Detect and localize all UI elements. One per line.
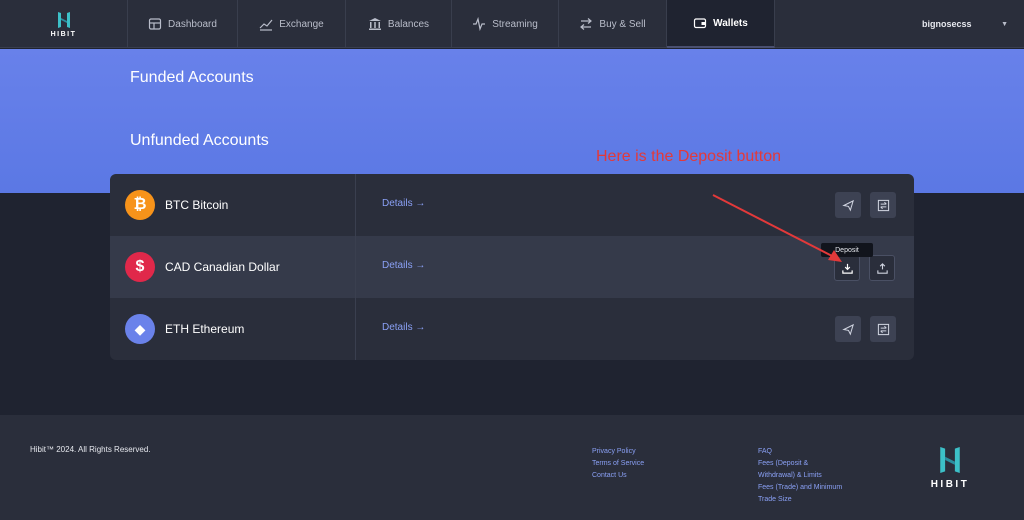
nav-wallets[interactable]: Wallets [667, 0, 775, 48]
nav-label: Exchange [279, 18, 324, 30]
nav-label: Wallets [713, 17, 748, 29]
send-icon [841, 199, 854, 212]
swap-arrows-icon [580, 18, 593, 30]
hero-banner: Funded Accounts Unfunded Accounts [0, 49, 1024, 193]
funded-accounts-heading: Funded Accounts [130, 69, 254, 86]
transfer-icon [877, 199, 889, 211]
wallet-icon [694, 18, 707, 29]
pulse-icon [473, 17, 486, 31]
bank-icon [368, 18, 381, 30]
transfer-button[interactable] [870, 316, 896, 342]
footer-links-legal: Privacy Policy Terms of Service Contact … [592, 446, 644, 482]
footer: Hibit™ 2024. All Rights Reserved. Privac… [0, 415, 1024, 520]
annotation-text: Here is the Deposit button [596, 148, 781, 165]
details-link[interactable]: Details → [382, 198, 425, 209]
nav-streaming[interactable]: Streaming [452, 0, 559, 48]
nav-dashboard[interactable]: Dashboard [128, 0, 238, 48]
nav-buy-sell[interactable]: Buy & Sell [559, 0, 667, 48]
asset-cell: ₿ BTC Bitcoin [110, 174, 356, 236]
nav-label: Dashboard [168, 18, 217, 30]
deposit-tooltip: Deposit [821, 243, 873, 257]
footer-link[interactable]: Withdrawal) & Limits [758, 470, 842, 482]
upload-icon [876, 262, 888, 274]
asset-name: ETH Ethereum [165, 322, 245, 336]
asset-name: BTC Bitcoin [165, 198, 229, 212]
chevron-down-icon: ▼ [1001, 20, 1008, 28]
nav-balances[interactable]: Balances [346, 0, 452, 48]
ethereum-icon: ◆ [125, 314, 155, 344]
nav-label: Buy & Sell [599, 18, 646, 30]
transfer-button[interactable] [870, 192, 896, 218]
account-row-eth: ◆ ETH Ethereum Details → [110, 298, 914, 360]
asset-name: CAD Canadian Dollar [165, 260, 280, 274]
footer-link[interactable]: Fees (Trade) and Minimum [758, 482, 842, 494]
send-icon [841, 323, 854, 336]
nav-label: Balances [387, 18, 430, 30]
copyright: Hibit™ 2024. All Rights Reserved. [30, 445, 151, 454]
deposit-button[interactable] [834, 255, 860, 281]
send-button[interactable] [835, 192, 861, 218]
nav-label: Streaming [492, 18, 538, 30]
asset-cell: $ CAD Canadian Dollar [110, 236, 356, 298]
username: bignosecss [922, 19, 972, 29]
withdraw-button[interactable] [869, 255, 895, 281]
hibit-logo-icon [940, 447, 960, 473]
footer-brand-name: HIBIT [930, 479, 970, 490]
user-menu[interactable]: bignosecss ▼ [904, 0, 1024, 48]
brand-logo[interactable]: HIBIT [0, 0, 128, 48]
footer-link[interactable]: Terms of Service [592, 458, 644, 470]
details-link[interactable]: Details → [382, 260, 425, 271]
footer-link[interactable]: FAQ [758, 446, 842, 458]
chart-line-icon [259, 19, 273, 31]
account-row-btc: ₿ BTC Bitcoin Details → [110, 174, 914, 236]
hibit-logo-icon [57, 11, 70, 28]
download-icon [841, 263, 853, 274]
unfunded-accounts-heading: Unfunded Accounts [130, 132, 269, 149]
nav-exchange[interactable]: Exchange [238, 0, 346, 48]
footer-link[interactable]: Fees (Deposit & [758, 458, 842, 470]
dollar-icon: $ [125, 252, 155, 282]
footer-logo: HIBIT [924, 445, 976, 490]
footer-links-help: FAQ Fees (Deposit & Withdrawal) & Limits… [758, 446, 842, 506]
top-nav: HIBIT Dashboard Exchange Balances Stream… [0, 0, 1024, 48]
asset-cell: ◆ ETH Ethereum [110, 298, 356, 360]
send-button[interactable] [835, 316, 861, 342]
bitcoin-icon: ₿ [125, 190, 155, 220]
details-link[interactable]: Details → [382, 322, 425, 333]
brand-name: HIBIT [50, 30, 77, 38]
transfer-icon [877, 323, 889, 335]
dashboard-icon [148, 18, 162, 30]
unfunded-accounts-table: ₿ BTC Bitcoin Details → $ CAD Canadian D… [110, 174, 914, 360]
footer-link[interactable]: Privacy Policy [592, 446, 644, 458]
footer-link[interactable]: Trade Size [758, 494, 842, 506]
account-row-cad: $ CAD Canadian Dollar Details → [110, 236, 914, 298]
footer-link[interactable]: Contact Us [592, 470, 644, 482]
